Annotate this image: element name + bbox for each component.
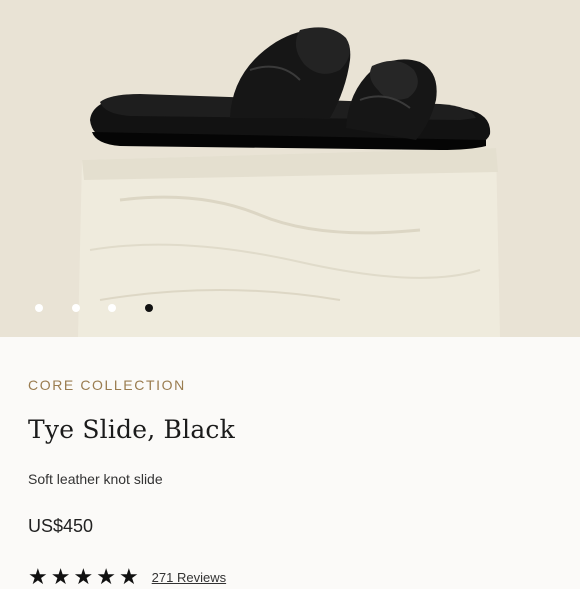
reviews-link[interactable]: 271 Reviews bbox=[152, 570, 226, 585]
product-price: US$450 bbox=[28, 516, 94, 536]
carousel-dot-4-active[interactable] bbox=[145, 304, 153, 312]
collection-label: CORE COLLECTION bbox=[28, 377, 186, 393]
product-photo bbox=[0, 0, 580, 337]
star-icon: ★ bbox=[28, 564, 48, 589]
carousel-indicator bbox=[0, 304, 200, 316]
carousel-dot-2[interactable] bbox=[72, 304, 80, 312]
star-icon: ★ bbox=[118, 564, 139, 589]
carousel-dot-3[interactable] bbox=[108, 304, 116, 312]
star-icon: ★ bbox=[96, 564, 116, 589]
product-details: CORE COLLECTION Tye Slide, Black Soft le… bbox=[0, 337, 580, 588]
star-icon: ★ bbox=[73, 564, 94, 589]
star-icon: ★ bbox=[50, 564, 71, 589]
product-title: Tye Slide, Black bbox=[28, 415, 235, 444]
carousel-dot-1[interactable] bbox=[35, 304, 43, 312]
product-description: Soft leather knot slide bbox=[28, 471, 163, 487]
product-image-carousel[interactable] bbox=[0, 0, 580, 337]
rating-summary[interactable]: ★ ★ ★ ★ ★ 271 Reviews bbox=[28, 564, 226, 589]
